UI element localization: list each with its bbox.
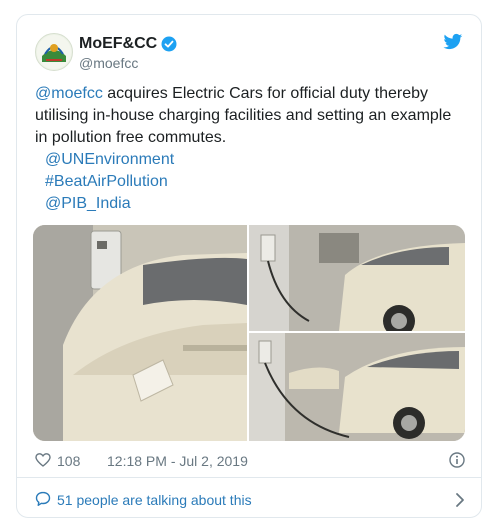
photo-car-rear-charging[interactable] xyxy=(249,225,465,331)
tweet-card[interactable]: MoEF&CC @moefcc @moefcc acquires Electri… xyxy=(16,14,482,518)
conversation-link[interactable]: 51 people are talking about this xyxy=(35,489,465,511)
photo-car-side-charging[interactable] xyxy=(249,333,465,441)
info-icon[interactable] xyxy=(449,452,465,468)
divider xyxy=(17,477,481,478)
tag-link[interactable]: @PIB_India xyxy=(35,193,465,215)
talking-count-text[interactable]: 51 people are talking about this xyxy=(57,492,252,508)
tweet-text: @moefcc acquires Electric Cars for offic… xyxy=(35,83,465,215)
tweet-header: MoEF&CC @moefcc xyxy=(35,33,463,77)
avatar[interactable] xyxy=(35,33,73,71)
twitter-bird-icon[interactable] xyxy=(443,33,463,51)
like-count[interactable]: 108 xyxy=(57,453,80,469)
heart-icon[interactable] xyxy=(35,452,51,468)
mention-link[interactable]: @moefcc xyxy=(35,85,103,102)
media-grid[interactable] xyxy=(33,225,465,441)
handle[interactable]: @moefcc xyxy=(79,54,177,72)
timestamp[interactable]: 12:18 PM - Jul 2, 2019 xyxy=(107,453,248,469)
speech-bubble-icon xyxy=(35,491,51,506)
photo-electric-car-charging[interactable] xyxy=(33,225,247,441)
author-names[interactable]: MoEF&CC @moefcc xyxy=(79,34,177,72)
tag-link[interactable]: @UNEnvironment xyxy=(35,149,465,171)
tweet-meta: 108 12:18 PM - Jul 2, 2019 xyxy=(35,451,465,471)
verified-badge-icon xyxy=(161,36,177,52)
display-name-row[interactable]: MoEF&CC xyxy=(79,34,177,54)
display-name[interactable]: MoEF&CC xyxy=(79,34,157,54)
hashtag-link[interactable]: #BeatAirPollution xyxy=(35,171,465,193)
chevron-right-icon[interactable] xyxy=(455,492,465,508)
